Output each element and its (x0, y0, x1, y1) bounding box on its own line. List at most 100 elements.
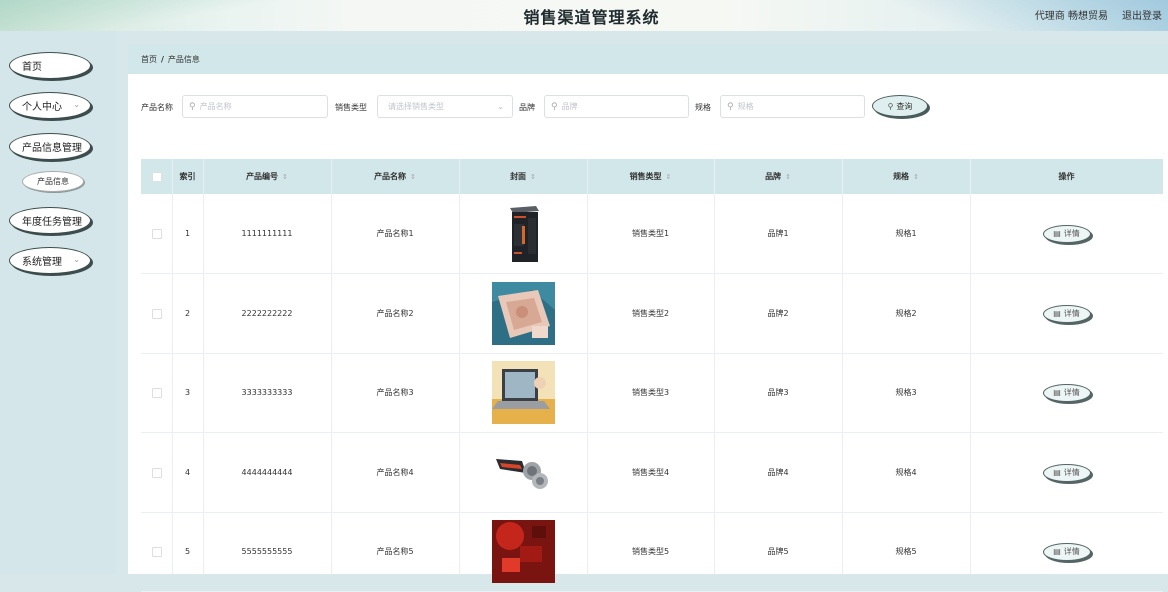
table-row: 1 1111111111 产品名称1 销售类型1 品牌1 规格1 ▤ 详情 (141, 194, 1163, 274)
spec-label: 规格 (695, 103, 711, 112)
cell-index: 2 (184, 309, 191, 318)
product-name-placeholder: 产品名称 (199, 102, 232, 111)
col-brand-label: 品牌 (765, 172, 782, 181)
row-checkbox[interactable] (151, 228, 162, 239)
document-icon: ▤ (1053, 229, 1061, 238)
search-icon: ⚲ (727, 101, 734, 112)
cell-cover (459, 512, 587, 591)
row-checkbox[interactable] (151, 387, 162, 398)
row-checkbox[interactable] (151, 546, 162, 557)
cell-spec: 规格5 (895, 547, 917, 556)
cell-type: 销售类型2 (631, 309, 670, 318)
breadcrumb-bar: 首页 / 产品信息 (128, 44, 1168, 74)
sort-icon: ⇕ (785, 172, 791, 181)
detail-button-label: 详情 (1063, 388, 1080, 397)
col-cover-label: 封面 (510, 172, 527, 181)
product-cover-image (491, 282, 555, 345)
cell-spec: 规格3 (895, 388, 917, 397)
select-all-cell (141, 159, 172, 194)
detail-button[interactable]: ▤ 详情 (1042, 542, 1091, 561)
table-row: 2 2222222222 产品名称2 销售类型2 品牌2 规格2 ▤ 详情 (141, 274, 1163, 354)
sort-icon: ⇕ (913, 172, 919, 181)
cell-code: 5555555555 (241, 547, 293, 556)
col-brand[interactable]: 品牌 ⇕ (714, 159, 842, 194)
sidebar-subitem-product-info[interactable]: 产品信息 (22, 171, 84, 192)
search-icon: ⚲ (887, 101, 894, 111)
cell-brand: 品牌3 (767, 388, 789, 397)
sale-type-label: 销售类型 (335, 103, 367, 112)
detail-button[interactable]: ▤ 详情 (1042, 224, 1091, 243)
col-code[interactable]: 产品编号 ⇕ (203, 159, 331, 194)
cell-brand: 品牌1 (767, 229, 789, 238)
col-type[interactable]: 销售类型 ⇕ (587, 159, 714, 194)
row-select-cell (141, 353, 172, 432)
sort-icon: ⇕ (530, 172, 536, 181)
select-all-checkbox[interactable] (151, 171, 162, 182)
cell-name: 产品名称4 (376, 468, 414, 477)
cell-action: ▤ 详情 (970, 433, 1163, 512)
col-spec[interactable]: 规格 ⇕ (842, 159, 970, 194)
cell-brand: 品牌4 (767, 468, 789, 477)
product-name-label: 产品名称 (141, 103, 173, 112)
sidebar-item-label: 年度任务管理 (22, 217, 82, 228)
col-cover[interactable]: 封面 ⇕ (459, 159, 587, 194)
document-icon: ▤ (1053, 547, 1061, 556)
cell-name: 产品名称5 (376, 547, 414, 556)
col-code-label: 产品编号 (246, 172, 279, 181)
detail-button-label: 详情 (1063, 229, 1080, 238)
breadcrumb-separator: / (161, 55, 164, 64)
product-name-input[interactable]: ⚲ 产品名称 (182, 95, 328, 118)
row-checkbox[interactable] (151, 308, 162, 319)
search-icon: ⚲ (551, 101, 558, 112)
sidebar-item-label: 产品信息 (37, 177, 69, 186)
cell-brand: 品牌2 (767, 309, 789, 318)
product-cover-image (491, 441, 555, 504)
cell-name: 产品名称3 (376, 388, 414, 397)
sidebar-item-annual-tasks[interactable]: 年度任务管理 (9, 207, 91, 234)
cell-code: 4444444444 (241, 468, 293, 477)
chevron-down-icon: ⌄ (497, 102, 504, 111)
sale-type-placeholder: 请选择销售类型 (388, 102, 444, 111)
cell-name: 产品名称2 (376, 309, 414, 318)
col-type-label: 销售类型 (629, 172, 662, 181)
sidebar-item-system-management[interactable]: 系统管理 ⌄ (9, 247, 91, 274)
breadcrumb-current: 产品信息 (167, 55, 200, 64)
breadcrumb-home[interactable]: 首页 (141, 55, 157, 64)
brand-input[interactable]: ⚲ 品牌 (544, 95, 689, 118)
sidebar-item-product-management[interactable]: 产品信息管理 (9, 133, 91, 160)
sidebar-item-home[interactable]: 首页 (9, 52, 91, 79)
table-row: 4 4444444444 产品名称4 销售类型4 品牌4 规格4 ▤ 详情 (141, 433, 1163, 513)
col-index: 索引 (179, 172, 196, 181)
cell-type: 销售类型1 (631, 229, 670, 238)
cell-type: 销售类型5 (631, 547, 670, 556)
product-cover-image (491, 361, 555, 424)
col-action: 操作 (1058, 172, 1075, 181)
sidebar-item-label: 产品信息管理 (22, 143, 82, 154)
brand-placeholder: 品牌 (561, 102, 578, 111)
sale-type-select[interactable]: 请选择销售类型 ⌄ (377, 95, 513, 118)
cell-action: ▤ 详情 (970, 274, 1163, 353)
sidebar-item-label: 首页 (22, 62, 42, 73)
detail-button[interactable]: ▤ 详情 (1042, 304, 1091, 323)
row-checkbox[interactable] (151, 467, 162, 478)
logout-link[interactable]: 退出登录 (1122, 7, 1162, 22)
document-icon: ▤ (1053, 309, 1061, 318)
search-icon: ⚲ (189, 101, 196, 112)
detail-button[interactable]: ▤ 详情 (1042, 383, 1091, 402)
table-row: 3 3333333333 产品名称3 销售类型3 品牌3 规格3 ▤ 详情 (141, 353, 1163, 433)
current-user: 代理商 畅想贸易 (1034, 11, 1108, 22)
spec-input[interactable]: ⚲ 规格 (720, 95, 865, 118)
table-header: 索引 产品编号 ⇕ 产品名称 ⇕ 封面 ⇕ 销售类型 ⇕ 品牌 ⇕ 规格 ⇕ 操作 (141, 159, 1163, 194)
sidebar-item-label: 系统管理 (22, 257, 62, 268)
query-button[interactable]: ⚲ 查询 (872, 95, 928, 117)
cell-cover (459, 353, 587, 432)
cell-index: 4 (184, 468, 191, 477)
cell-type: 销售类型3 (631, 388, 670, 397)
brand-label: 品牌 (519, 103, 535, 112)
detail-button-label: 详情 (1063, 468, 1080, 477)
document-icon: ▤ (1053, 388, 1061, 397)
sidebar-item-personal-center[interactable]: 个人中心 ⌄ (9, 92, 91, 119)
col-name[interactable]: 产品名称 ⇕ (331, 159, 459, 194)
breadcrumb: 首页 / 产品信息 (141, 54, 200, 65)
detail-button[interactable]: ▤ 详情 (1042, 463, 1091, 482)
